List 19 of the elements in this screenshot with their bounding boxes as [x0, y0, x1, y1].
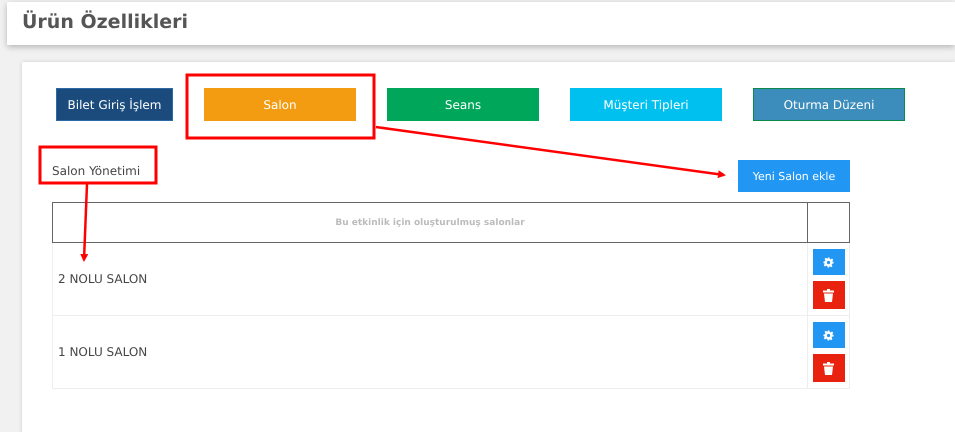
table-cell: 2 NOLU SALON [52, 242, 808, 316]
trash-icon [823, 362, 834, 374]
tab-button[interactable]: Seans [387, 88, 539, 121]
section-title: Salon Yönetimi [52, 164, 140, 178]
tab-button[interactable]: Salon [204, 88, 356, 121]
settings-icon [823, 256, 834, 268]
delete-button[interactable] [812, 354, 844, 382]
delete-button[interactable] [812, 281, 844, 309]
trash-icon [823, 288, 834, 302]
tab-button[interactable]: Oturma Düzeni [753, 88, 905, 121]
settings-icon [823, 330, 834, 340]
page-title: Ürün Özellikleri [21, 9, 188, 33]
settings-button[interactable] [812, 322, 844, 348]
add-salon-button[interactable]: Yeni Salon ekle [738, 160, 850, 192]
table-header: Bu etkinlik için oluşturulmuş salonlar [52, 202, 808, 242]
tab-button[interactable]: Müşteri Tipleri [570, 88, 722, 121]
table-cell: 1 NOLU SALON [52, 316, 808, 388]
tab-button[interactable]: Bilet Giriş İşlem [56, 88, 173, 121]
settings-button[interactable] [812, 249, 844, 275]
